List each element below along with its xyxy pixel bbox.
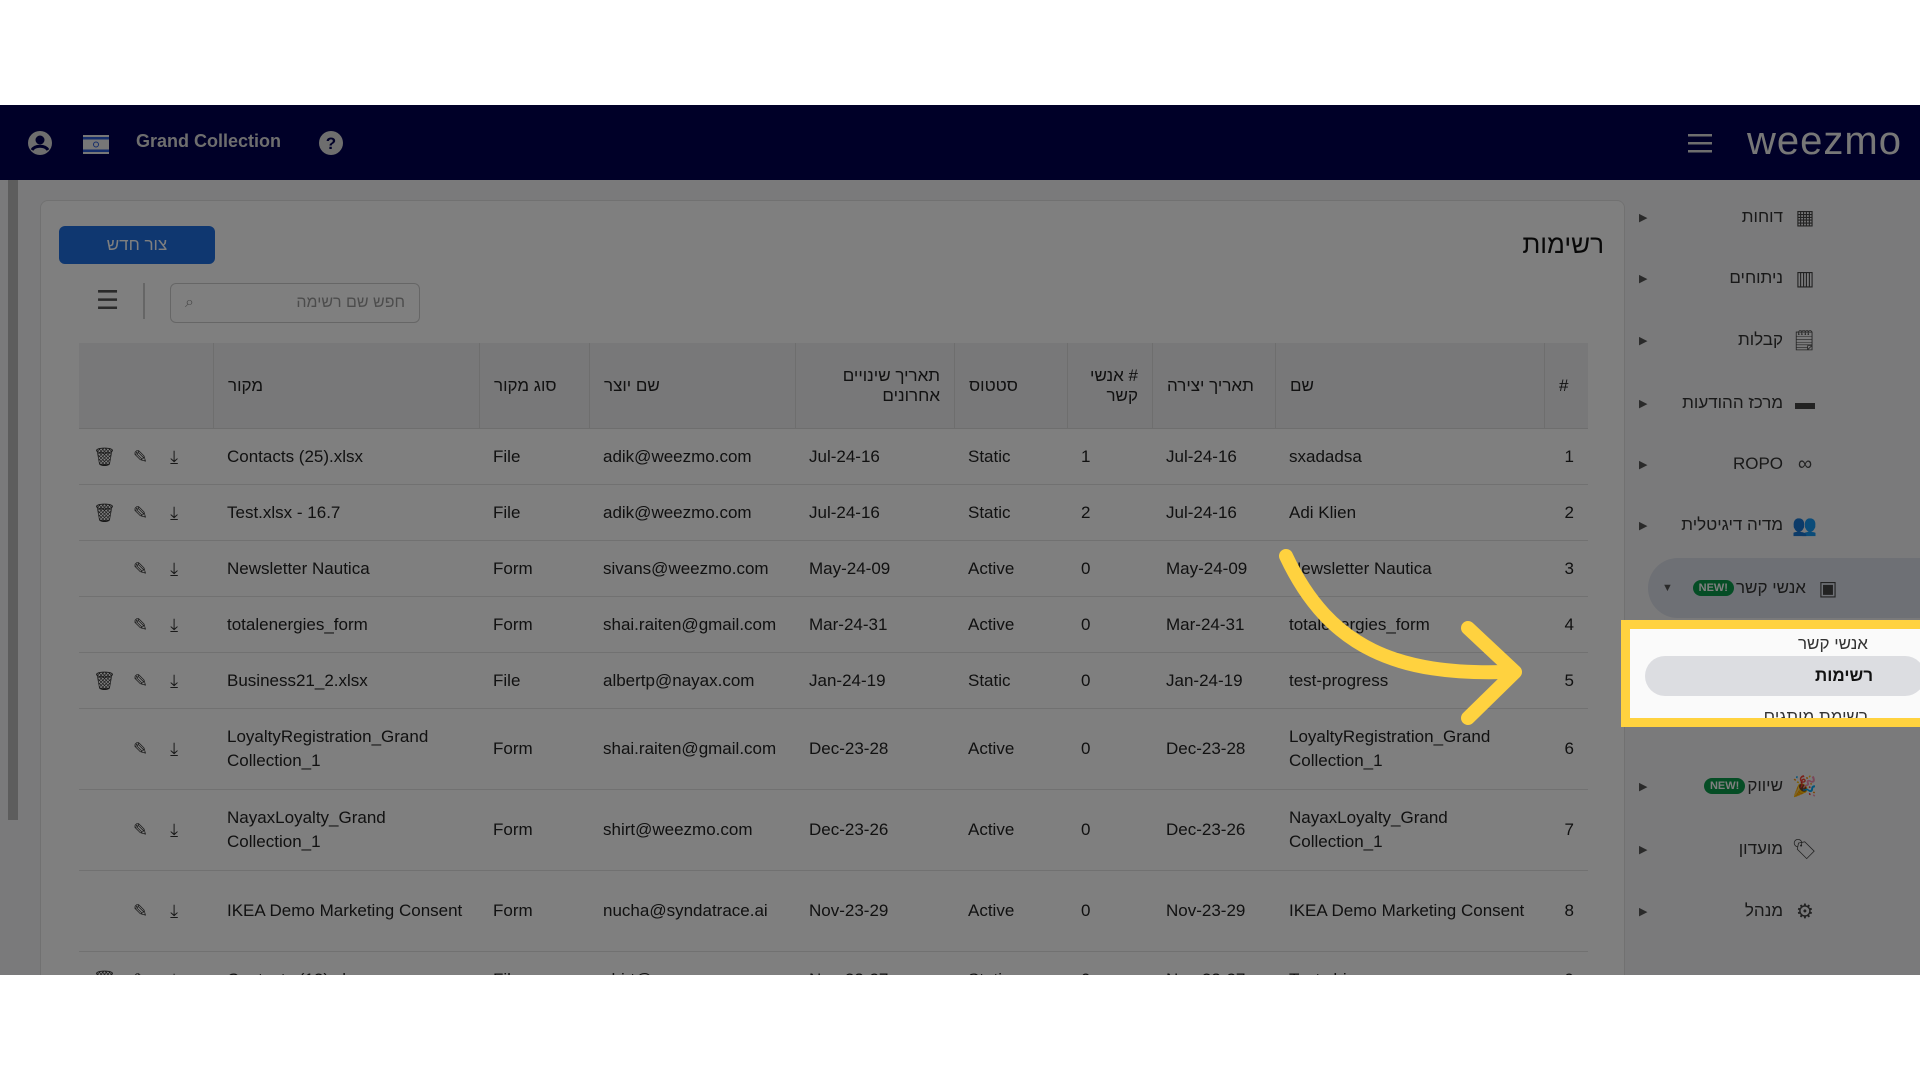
submenu-lists[interactable]: רשימות [1645, 656, 1920, 696]
submenu-brands[interactable]: רשימת מותגים [1764, 707, 1868, 718]
dim-overlay [0, 105, 1920, 975]
highlighted-submenu: אנשי קשר רשימות רשימת מותגים [1621, 620, 1920, 727]
pointer-arrow-annotation [1279, 549, 1522, 725]
submenu-contacts[interactable]: אנשי קשר [1798, 634, 1868, 654]
